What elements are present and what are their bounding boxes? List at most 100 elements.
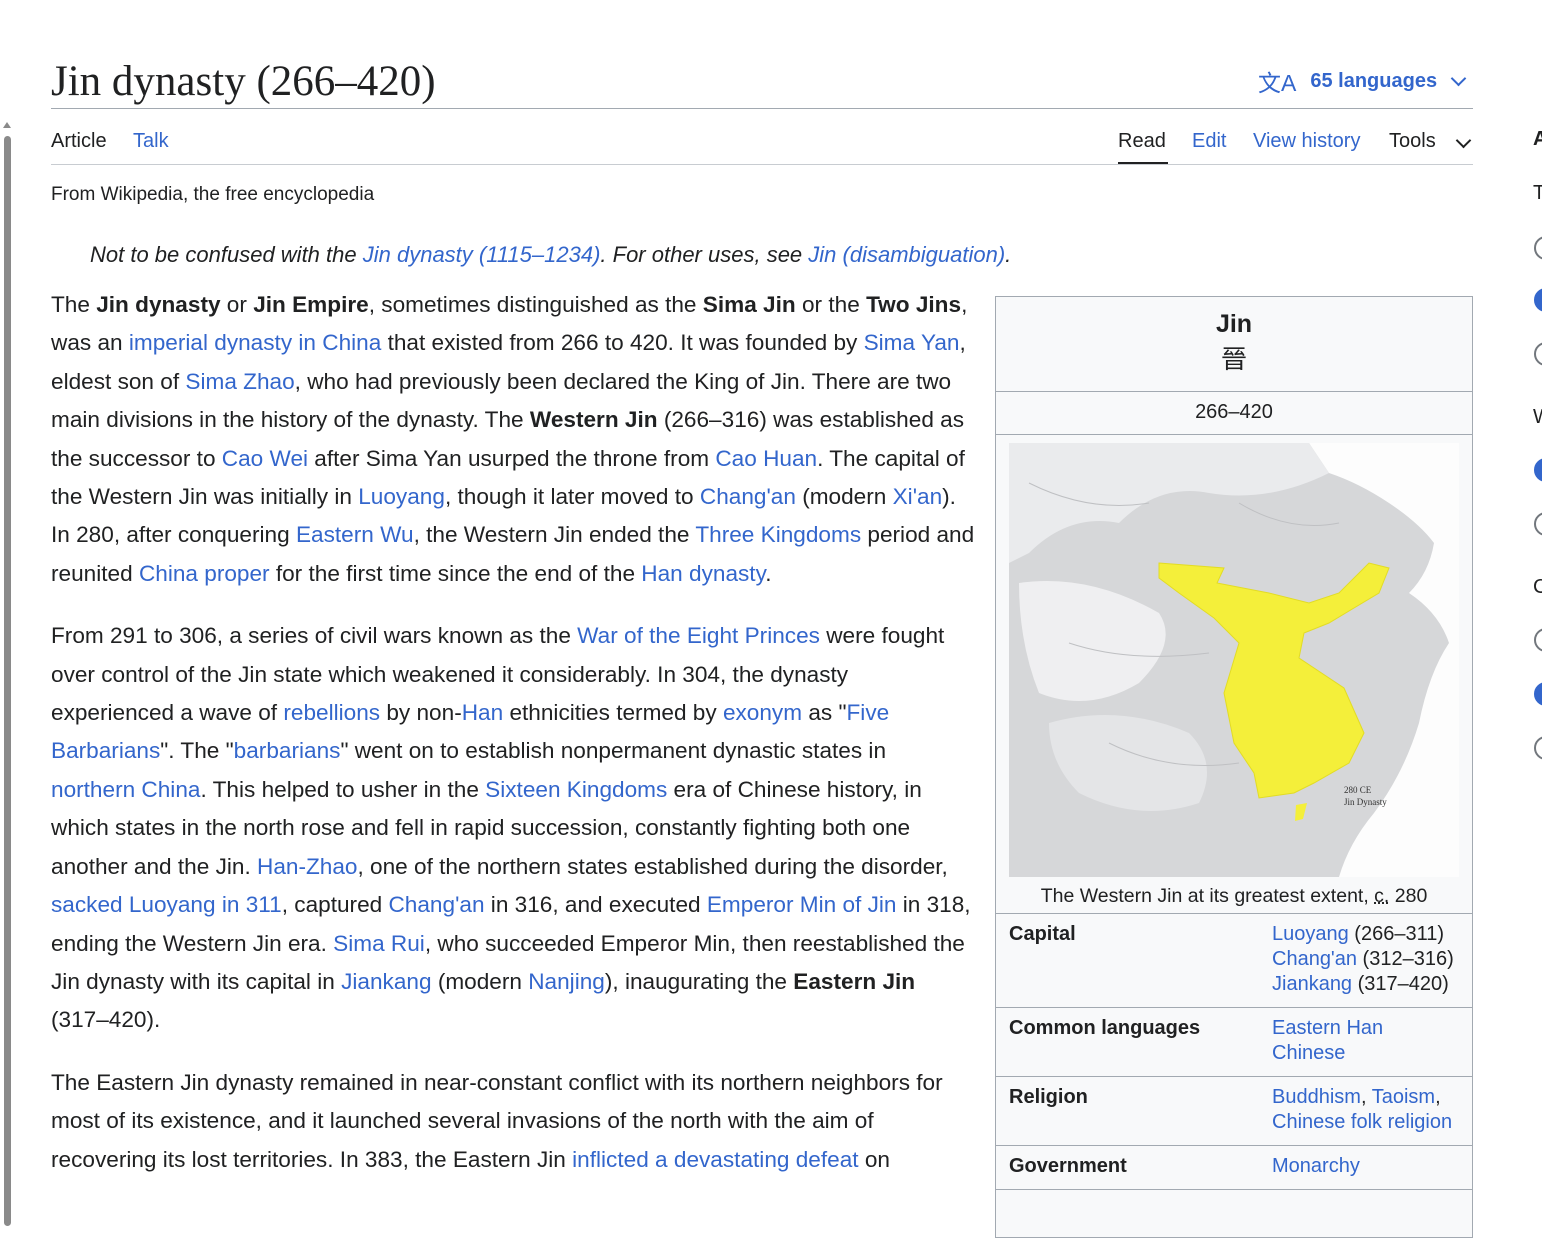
infobox-value: Buddhism, Taoism, Chinese folk religion bbox=[1272, 1085, 1460, 1135]
wiki-link[interactable]: Emperor Min of Jin bbox=[707, 892, 897, 917]
wiki-link[interactable]: northern China bbox=[51, 777, 200, 802]
hatnote-text: . For other uses, see bbox=[600, 242, 809, 267]
tab-read[interactable]: Read bbox=[1118, 127, 1166, 155]
tab-edit[interactable]: Edit bbox=[1192, 127, 1226, 155]
text-run: on bbox=[858, 1146, 890, 1172]
infobox-label: Government bbox=[1009, 1155, 1127, 1177]
text-run: ". The " bbox=[160, 738, 234, 764]
wiki-link[interactable]: Sixteen Kingdoms bbox=[485, 777, 667, 802]
wiki-link[interactable]: Sima Rui bbox=[333, 931, 425, 956]
map-caption: The Western Jin at its greatest extent, … bbox=[996, 877, 1472, 914]
paragraph: The Eastern Jin dynasty remained in near… bbox=[51, 1064, 976, 1179]
wiki-link[interactable]: imperial dynasty in China bbox=[129, 330, 381, 355]
text-run: (317–420). bbox=[51, 1007, 161, 1033]
jin-territory-map[interactable]: 280 CE Jin Dynasty bbox=[1009, 443, 1459, 877]
text-run: (modern bbox=[431, 968, 529, 994]
radio-option-selected[interactable] bbox=[1534, 458, 1542, 482]
tools-menu[interactable]: Tools bbox=[1389, 127, 1436, 155]
infobox-row: Religion Buddhism, Taoism, Chinese folk r… bbox=[996, 1077, 1472, 1146]
bold-term: Western Jin bbox=[529, 407, 658, 433]
infobox-value: Monarchy bbox=[1272, 1154, 1460, 1179]
sidebar-section-label: W bbox=[1533, 406, 1542, 429]
wiki-link[interactable]: Xi'an bbox=[893, 484, 943, 509]
wiki-link[interactable]: Sima Yan bbox=[864, 330, 960, 355]
radio-option-selected[interactable] bbox=[1534, 288, 1542, 312]
languages-label: 65 languages bbox=[1310, 69, 1438, 92]
radio-option[interactable] bbox=[1534, 236, 1542, 260]
tab-view-history[interactable]: View history bbox=[1253, 127, 1360, 155]
languages-button[interactable]: 文A 65 languages bbox=[1258, 66, 1467, 96]
wiki-link[interactable]: Luoyang bbox=[358, 484, 445, 509]
text-run: by non- bbox=[380, 700, 462, 726]
wiki-link[interactable]: Eastern Wu bbox=[296, 522, 414, 547]
wiki-link[interactable]: War of the Eight Princes bbox=[577, 623, 820, 648]
scrollbar-thumb[interactable] bbox=[4, 136, 11, 1226]
infobox-label: Capital bbox=[1009, 923, 1076, 945]
paragraph: The Jin dynasty or Jin Empire, sometimes… bbox=[51, 286, 976, 593]
wiki-link[interactable]: Jiankang bbox=[1272, 973, 1352, 995]
tab-article[interactable]: Article bbox=[51, 127, 107, 155]
site-tagline: From Wikipedia, the free encyclopedia bbox=[51, 184, 375, 205]
infobox-row: Government Monarchy bbox=[996, 1146, 1472, 1190]
wiki-link[interactable]: Nanjing bbox=[528, 969, 605, 994]
wiki-link[interactable]: Luoyang bbox=[1272, 923, 1349, 945]
chevron-down-icon[interactable] bbox=[1455, 132, 1472, 149]
text-run: From 291 to 306, a series of civil wars … bbox=[51, 623, 578, 649]
infobox-value: Luoyang (266–311) Chang'an (312–316) Jia… bbox=[1272, 922, 1460, 997]
wiki-link[interactable]: Three Kingdoms bbox=[695, 522, 861, 547]
sidebar-heading: A bbox=[1533, 128, 1542, 150]
radio-option[interactable] bbox=[1534, 736, 1542, 760]
hatnote: Not to be confused with the Jin dynasty … bbox=[90, 240, 1011, 270]
map-label: 280 CE bbox=[1344, 785, 1372, 795]
hatnote-link[interactable]: Jin dynasty (1115–1234) bbox=[363, 242, 601, 267]
wiki-link[interactable]: Buddhism bbox=[1272, 1086, 1361, 1108]
bold-term: Eastern Jin bbox=[793, 968, 916, 994]
wiki-link[interactable]: Jiankang bbox=[341, 969, 431, 994]
wiki-link[interactable]: Taoism bbox=[1372, 1086, 1435, 1108]
tabs-divider bbox=[51, 164, 1473, 165]
text-run: (266–311) bbox=[1348, 923, 1445, 945]
radio-option[interactable] bbox=[1534, 342, 1542, 366]
page-scrollbar[interactable] bbox=[0, 118, 14, 1226]
infobox-label: Common languages bbox=[1009, 1017, 1201, 1039]
text-run: , the Western Jin ended the bbox=[413, 522, 696, 548]
wiki-link[interactable]: Chang'an bbox=[700, 484, 796, 509]
hatnote-link[interactable]: Jin (disambiguation) bbox=[808, 242, 1005, 267]
bold-term: Two Jins bbox=[866, 292, 962, 317]
text-run: " went on to establish nonpermanent dyna… bbox=[340, 738, 887, 764]
text-run: , sometimes distinguished as the bbox=[368, 292, 703, 317]
wiki-link[interactable]: Monarchy bbox=[1272, 1155, 1360, 1177]
wiki-link[interactable]: Cao Wei bbox=[222, 446, 308, 471]
wiki-link[interactable]: China proper bbox=[139, 561, 270, 586]
radio-option-selected[interactable] bbox=[1534, 682, 1542, 706]
wiki-link[interactable]: barbarians bbox=[234, 738, 341, 763]
wiki-link[interactable]: Eastern Han Chinese bbox=[1272, 1017, 1383, 1064]
bold-term: Jin dynasty bbox=[96, 292, 221, 317]
page-title: Jin dynasty (266–420) bbox=[51, 58, 436, 105]
wiki-link[interactable]: exonym bbox=[723, 700, 802, 725]
wiki-link[interactable]: inflicted a devastating defeat bbox=[572, 1147, 858, 1172]
wiki-link[interactable]: Cao Huan bbox=[715, 446, 817, 471]
wiki-link[interactable]: Han dynasty bbox=[641, 561, 765, 586]
infobox-label: Religion bbox=[1009, 1086, 1088, 1108]
article-body: The Jin dynasty or Jin Empire, sometimes… bbox=[51, 286, 976, 1203]
text-run: in 316, and executed bbox=[484, 892, 707, 918]
text-run: ), inaugurating the bbox=[604, 968, 794, 994]
wiki-link[interactable]: Sima Zhao bbox=[185, 369, 294, 394]
wiki-link[interactable]: Han bbox=[462, 700, 503, 725]
text-run: as " bbox=[802, 700, 847, 726]
scroll-up-arrow[interactable] bbox=[3, 122, 11, 128]
wiki-link[interactable]: Han-Zhao bbox=[257, 854, 357, 879]
text-run: , bbox=[1360, 1086, 1372, 1108]
wiki-link[interactable]: sacked Luoyang in 311 bbox=[51, 892, 282, 917]
radio-option[interactable] bbox=[1534, 512, 1542, 536]
tab-talk[interactable]: Talk bbox=[133, 127, 169, 155]
text-run: , though it later moved to bbox=[444, 484, 700, 510]
radio-option[interactable] bbox=[1534, 628, 1542, 652]
wiki-link[interactable]: Chang'an bbox=[388, 892, 484, 917]
text-run: , captured bbox=[281, 892, 389, 918]
wiki-link[interactable]: rebellions bbox=[283, 700, 380, 725]
text-run: or the bbox=[795, 292, 867, 317]
wiki-link[interactable]: Chinese folk religion bbox=[1272, 1111, 1452, 1133]
wiki-link[interactable]: Chang'an bbox=[1272, 948, 1357, 970]
